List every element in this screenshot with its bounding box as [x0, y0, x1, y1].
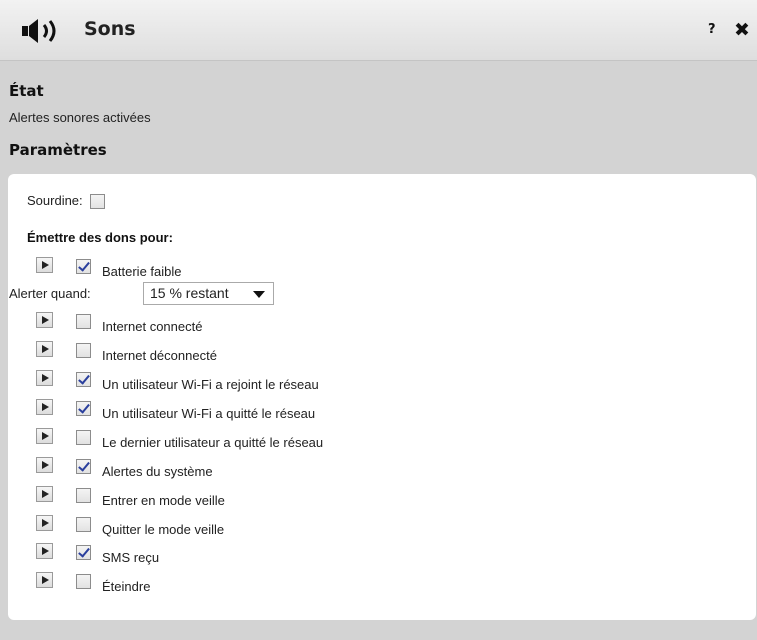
item-checkbox[interactable]: [76, 488, 91, 503]
item-checkbox[interactable]: [76, 372, 91, 387]
item-label: Éteindre: [102, 579, 151, 594]
alert-when-row: Alerter quand: 15 % restant: [9, 282, 274, 305]
status-text: Alertes sonores activées: [9, 110, 151, 125]
alert-when-label: Alerter quand:: [9, 286, 91, 301]
play-icon[interactable]: [36, 486, 53, 502]
item-label: Un utilisateur Wi-Fi a rejoint le réseau: [102, 377, 319, 392]
play-icon[interactable]: [36, 457, 53, 473]
chevron-down-icon: [253, 291, 265, 298]
play-icon[interactable]: [36, 370, 53, 386]
play-icon[interactable]: [36, 399, 53, 415]
sounds-window: Sons ? ✖ État Alertes sonores activées P…: [0, 0, 757, 640]
mute-checkbox[interactable]: [90, 194, 106, 210]
play-icon[interactable]: [36, 572, 53, 588]
item-label: SMS reçu: [102, 550, 160, 565]
item-label: Batterie faible: [102, 264, 182, 279]
mute-row: Sourdine:: [27, 193, 106, 210]
item-checkbox[interactable]: [76, 545, 91, 560]
alert-threshold-value: 15 % restant: [150, 285, 229, 301]
play-icon[interactable]: [36, 428, 53, 444]
item-label: Internet connecté: [102, 319, 203, 334]
item-checkbox[interactable]: [76, 430, 91, 445]
alert-threshold-select[interactable]: 15 % restant: [143, 282, 274, 305]
play-icon[interactable]: [36, 312, 53, 328]
item-checkbox[interactable]: [76, 314, 91, 329]
item-checkbox[interactable]: [76, 401, 91, 416]
item-label: Quitter le mode veille: [102, 522, 225, 537]
item-label: Le dernier utilisateur a quitté le résea…: [102, 435, 324, 450]
title-bar: Sons ? ✖: [0, 0, 757, 61]
play-icon[interactable]: [36, 543, 53, 559]
item-label: Alertes du système: [102, 464, 213, 479]
play-icon[interactable]: [36, 515, 53, 531]
item-checkbox[interactable]: [76, 574, 91, 589]
speaker-volume-icon: [22, 19, 56, 43]
item-checkbox[interactable]: [76, 343, 91, 358]
close-button[interactable]: ✖: [734, 19, 750, 41]
item-label: Internet déconnecté: [102, 348, 217, 363]
item-checkbox[interactable]: [76, 259, 91, 274]
emit-sounds-title: Émettre des dons pour:: [27, 230, 173, 245]
item-label: Un utilisateur Wi-Fi a quitté le réseau: [102, 406, 316, 421]
mute-label: Sourdine:: [27, 193, 83, 208]
item-checkbox[interactable]: [76, 459, 91, 474]
status-heading: État: [9, 82, 44, 100]
help-button[interactable]: ?: [708, 22, 716, 37]
play-icon[interactable]: [36, 341, 53, 357]
item-checkbox[interactable]: [76, 517, 91, 532]
settings-heading: Paramètres: [9, 141, 107, 159]
item-label: Entrer en mode veille: [102, 493, 225, 508]
play-icon[interactable]: [36, 257, 53, 273]
window-title: Sons: [84, 18, 136, 40]
